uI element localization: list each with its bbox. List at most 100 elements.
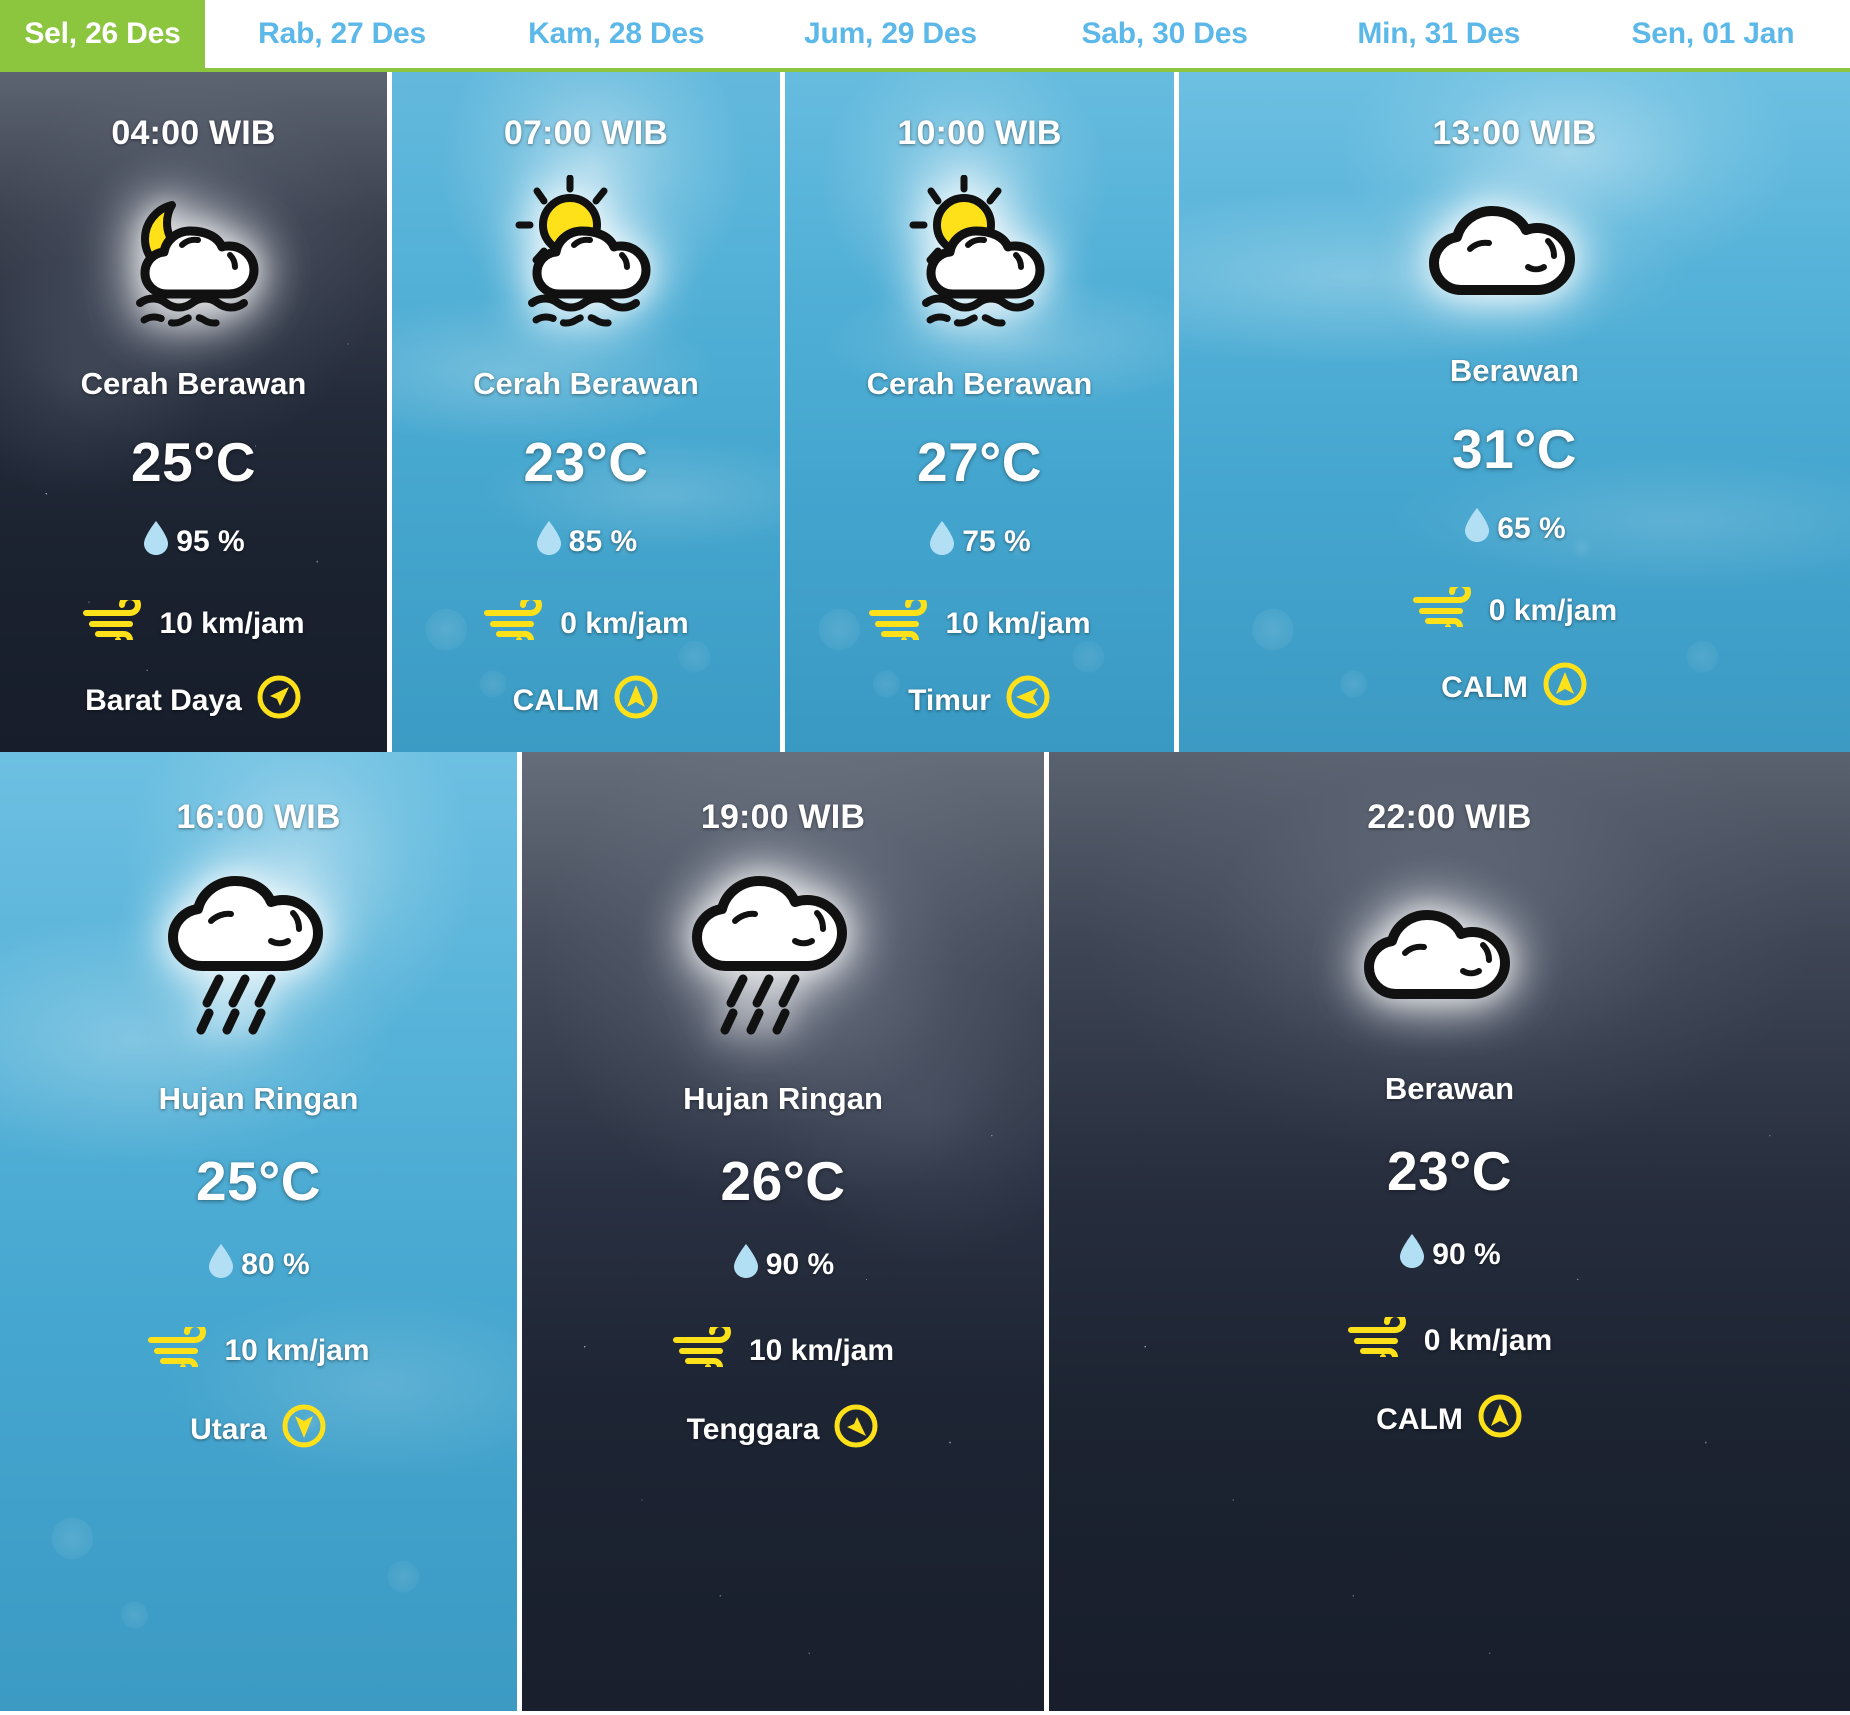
wind-speed-value: 0 km/jam [1423, 1324, 1553, 1357]
water-drop-icon [732, 1243, 760, 1287]
forecast-row-morning: 04:00 WIB Cerah Berawan 25°C 95 % 10 km/… [0, 72, 1850, 752]
forecast-condition: Cerah Berawan [473, 366, 699, 401]
forecast-card-2200[interactable]: 22:00 WIB Berawan 23°C 90 % 0 km/jam CAL… [1049, 752, 1850, 1711]
humidity-row: 65 % [1463, 507, 1566, 551]
wind-speed-row: 10 km/jam [147, 1321, 370, 1376]
wind-icon [868, 594, 936, 649]
cloud-icon [1420, 195, 1610, 305]
humidity-value: 65 % [1497, 512, 1566, 545]
tab-day-0[interactable]: Sel, 26 Des [0, 0, 205, 68]
forecast-time: 16:00 WIB [176, 798, 341, 836]
wind-direction-value: Utara [190, 1413, 267, 1446]
tab-day-4[interactable]: Sab, 30 Des [1028, 0, 1302, 68]
tab-day-3[interactable]: Jum, 29 Des [753, 0, 1027, 68]
tab-label: Rab, 27 Des [258, 17, 427, 50]
tab-label: Min, 31 Des [1357, 17, 1521, 50]
forecast-time: 04:00 WIB [111, 114, 276, 152]
wind-direction-value: CALM [1441, 671, 1528, 704]
forecast-temperature: 27°C [917, 431, 1042, 493]
arrow-north-icon [1542, 661, 1588, 715]
wind-icon [483, 594, 551, 649]
wind-icon [672, 1321, 740, 1376]
water-drop-icon [142, 520, 170, 564]
tab-day-5[interactable]: Min, 31 Des [1302, 0, 1576, 68]
wind-direction-value: CALM [1376, 1403, 1463, 1436]
arrow-south-icon [281, 1403, 327, 1457]
wind-icon [1412, 581, 1480, 636]
wind-speed-row: 10 km/jam [868, 594, 1091, 649]
humidity-value: 90 % [1432, 1238, 1501, 1271]
water-drop-icon [1398, 1233, 1426, 1277]
water-drop-icon [928, 520, 956, 564]
wind-speed-value: 10 km/jam [945, 607, 1091, 640]
forecast-time: 10:00 WIB [897, 114, 1062, 152]
forecast-row-evening: 16:00 WIB Hujan Ringan 25°C 80 % 10 km/j… [0, 752, 1850, 1711]
rain-cloud-icon [683, 867, 883, 1047]
tab-label: Sab, 30 Des [1081, 17, 1248, 50]
humidity-value: 85 % [568, 525, 638, 558]
humidity-row: 90 % [732, 1243, 834, 1287]
humidity-row: 95 % [142, 520, 245, 564]
sun-behind-cloud-haze-icon [486, 175, 686, 340]
sun-behind-cloud-haze-icon [880, 175, 1080, 340]
forecast-condition: Cerah Berawan [866, 366, 1093, 401]
wind-speed-row: 10 km/jam [82, 594, 305, 649]
wind-direction-value: Timur [908, 684, 991, 717]
forecast-time: 07:00 WIB [503, 114, 669, 152]
water-drop-icon [535, 520, 563, 564]
forecast-time: 13:00 WIB [1432, 114, 1597, 152]
humidity-row: 75 % [928, 520, 1031, 564]
wind-direction-row: Barat Daya [85, 674, 302, 728]
tab-label: Kam, 28 Des [528, 17, 705, 50]
tab-label: Sel, 26 Des [24, 17, 181, 50]
forecast-card-1900[interactable]: 19:00 WIB Hujan Ringan 26°C 90 % 10 km/j… [522, 752, 1049, 1711]
wind-speed-row: 0 km/jam [1347, 1311, 1553, 1366]
wind-speed-row: 0 km/jam [483, 594, 689, 649]
arrow-north-icon [1477, 1393, 1523, 1447]
tab-label: Sen, 01 Jan [1631, 17, 1795, 50]
wind-direction-row: CALM [513, 674, 660, 728]
wind-icon [1347, 1311, 1415, 1366]
wind-direction-value: CALM [512, 684, 600, 717]
forecast-card-1000[interactable]: 10:00 WIB Cerah Berawan 27°C 75 % 10 km/… [785, 72, 1179, 752]
humidity-value: 80 % [241, 1248, 310, 1281]
arrow-north-icon [613, 674, 659, 728]
wind-direction-row: Tenggara [687, 1403, 880, 1457]
wind-icon [147, 1321, 215, 1376]
humidity-row: 80 % [207, 1243, 310, 1287]
wind-icon [82, 594, 150, 649]
humidity-value: 75 % [962, 525, 1031, 558]
forecast-card-0700[interactable]: 07:00 WIB Cerah Berawan 23°C 85 % 0 km/j… [392, 72, 785, 752]
forecast-temperature: 31°C [1452, 418, 1577, 480]
wind-speed-row: 10 km/jam [672, 1321, 895, 1376]
water-drop-icon [207, 1243, 235, 1287]
forecast-condition: Cerah Berawan [80, 366, 307, 401]
forecast-card-1300[interactable]: 13:00 WIB Berawan 31°C 65 % 0 km/jam CAL… [1179, 72, 1850, 752]
wind-speed-value: 0 km/jam [560, 607, 689, 640]
tab-day-2[interactable]: Kam, 28 Des [479, 0, 753, 68]
forecast-condition: Hujan Ringan [683, 1081, 883, 1116]
wind-speed-value: 0 km/jam [1488, 594, 1618, 627]
tab-label: Jum, 29 Des [803, 17, 977, 50]
arrow-northeast-icon [256, 674, 302, 728]
arrow-southeast-icon [833, 1403, 879, 1457]
forecast-temperature: 23°C [523, 431, 649, 493]
forecast-card-0400[interactable]: 04:00 WIB Cerah Berawan 25°C 95 % 10 km/… [0, 72, 392, 752]
forecast-temperature: 25°C [131, 431, 256, 493]
wind-direction-value: Tenggara [686, 1413, 820, 1446]
wind-direction-value: Barat Daya [85, 684, 242, 717]
forecast-time: 22:00 WIB [1367, 798, 1532, 836]
humidity-value: 90 % [765, 1248, 835, 1281]
wind-direction-row: CALM [1376, 1393, 1523, 1447]
forecast-card-1600[interactable]: 16:00 WIB Hujan Ringan 25°C 80 % 10 km/j… [0, 752, 522, 1711]
humidity-value: 95 % [176, 525, 245, 558]
forecast-condition: Berawan [1449, 353, 1580, 388]
wind-direction-row: CALM [1441, 661, 1588, 715]
wind-direction-row: Utara [190, 1403, 327, 1457]
forecast-temperature: 25°C [196, 1150, 321, 1212]
tab-day-1[interactable]: Rab, 27 Des [205, 0, 479, 68]
forecast-time: 19:00 WIB [700, 798, 866, 836]
wind-speed-value: 10 km/jam [748, 1334, 895, 1367]
tab-day-6[interactable]: Sen, 01 Jan [1576, 0, 1850, 68]
wind-speed-value: 10 km/jam [159, 607, 305, 640]
